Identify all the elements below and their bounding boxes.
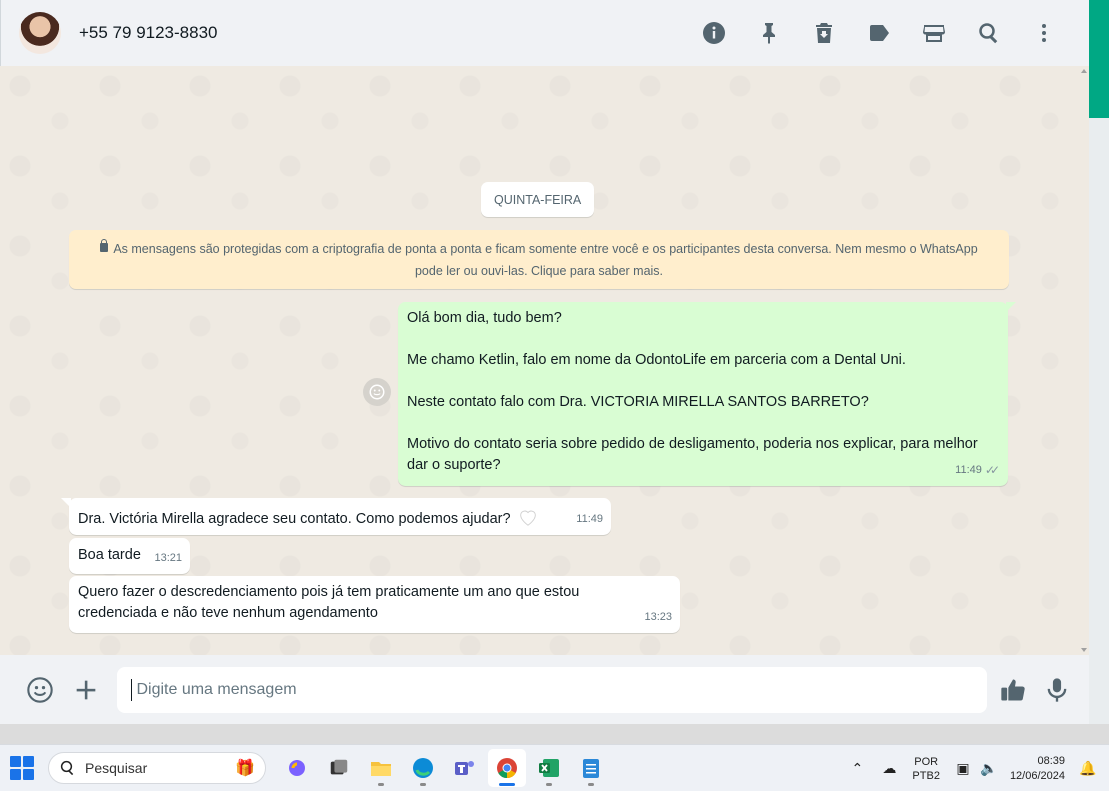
header-actions xyxy=(686,13,1071,53)
taskbar-search[interactable]: Pesquisar 🎁 xyxy=(48,752,266,784)
window-accent-strip xyxy=(1089,0,1109,118)
encryption-notice[interactable]: As mensagens são protegidas com a cripto… xyxy=(69,230,1009,289)
system-tray: ⌃ ☁ POR PTB2 ▣ 🔈 08:39 12/06/2024 🔔 xyxy=(844,745,1109,791)
message-line: Olá bom dia, tudo bem? xyxy=(407,310,562,326)
contact-name[interactable]: +55 79 9123-8830 xyxy=(79,23,218,43)
teams-icon[interactable] xyxy=(446,749,484,787)
composer-actions xyxy=(995,672,1075,708)
message-input[interactable]: Digite uma mensagem xyxy=(117,666,988,713)
notification-bell-icon[interactable]: 🔔 xyxy=(1075,756,1101,782)
message-line: Me chamo Ketlin, falo em nome da OdontoL… xyxy=(407,352,906,368)
clock-date: 12/06/2024 xyxy=(1009,769,1065,782)
incoming-message[interactable]: Boa tarde 13:21 xyxy=(69,538,190,574)
bubble-tail xyxy=(61,498,71,508)
copilot-app-icon[interactable] xyxy=(278,749,316,787)
encryption-notice-text: As mensagens são protegidas com a cripto… xyxy=(113,242,978,278)
bubble-tail xyxy=(1006,302,1016,312)
gift-icon: 🎁 xyxy=(235,760,255,777)
chat-scrollbar[interactable] xyxy=(1081,66,1089,655)
input-language[interactable]: POR PTB2 xyxy=(912,755,940,783)
read-receipt-icon: ✓✓ xyxy=(984,463,1000,477)
windows-taskbar: Pesquisar 🎁 ⌃ ☁ POR PTB2 ▣ 🔈 08:39 12/06… xyxy=(0,744,1109,791)
task-view-icon[interactable] xyxy=(320,749,358,787)
taskbar-search-placeholder: Pesquisar xyxy=(85,760,148,776)
outgoing-message[interactable]: Olá bom dia, tudo bem? Me chamo Ketlin, … xyxy=(398,302,1016,486)
message-meta: 13:23 xyxy=(644,607,672,628)
text-caret xyxy=(131,678,133,701)
message-line: Motivo do contato seria sobre pedido de … xyxy=(407,436,978,473)
thumbs-up-icon[interactable] xyxy=(995,672,1031,708)
message-text: Quero fazer o descredenciamento pois já … xyxy=(78,584,580,621)
delete-icon[interactable] xyxy=(796,13,851,53)
store-icon[interactable] xyxy=(906,13,961,53)
incoming-message[interactable]: Dra. Victória Mirella agradece seu conta… xyxy=(61,498,611,535)
windows-start-icon[interactable] xyxy=(10,756,34,780)
message-text: Boa tarde xyxy=(78,547,141,563)
volume-icon[interactable]: 🔈 xyxy=(976,756,1002,782)
clock-time: 08:39 xyxy=(1037,754,1065,767)
chat-header[interactable]: +55 79 9123-8830 xyxy=(0,0,1089,66)
chevron-up-icon[interactable]: ⌃ xyxy=(844,756,870,782)
language-code: POR xyxy=(914,755,939,768)
message-meta: 13:21 xyxy=(154,548,182,569)
window-side-strip xyxy=(1089,118,1109,724)
network-icon[interactable]: ▣ xyxy=(950,756,976,782)
edge-browser-icon[interactable] xyxy=(404,749,442,787)
message-time: 11:49 xyxy=(576,513,603,525)
chrome-browser-icon[interactable] xyxy=(488,749,526,787)
heart-icon xyxy=(519,510,536,526)
search-icon xyxy=(60,760,74,776)
label-icon[interactable] xyxy=(851,13,906,53)
emoji-icon[interactable] xyxy=(22,672,58,708)
smiley-icon xyxy=(369,384,385,400)
attach-plus-icon[interactable] xyxy=(68,672,104,708)
scroll-up-arrow-icon[interactable] xyxy=(1081,69,1087,73)
microphone-icon[interactable] xyxy=(1039,672,1075,708)
chat-panel[interactable]: QUINTA-FEIRA As mensagens são protegidas… xyxy=(0,66,1089,655)
scroll-down-arrow-icon[interactable] xyxy=(1081,648,1087,652)
file-explorer-icon[interactable] xyxy=(362,749,400,787)
taskbar-clock[interactable]: 08:39 12/06/2024 xyxy=(1010,754,1065,784)
message-input-placeholder: Digite uma mensagem xyxy=(136,680,297,698)
message-meta: 11:49 xyxy=(576,509,603,530)
message-time: 11:49 xyxy=(955,464,982,476)
contact-avatar[interactable] xyxy=(19,12,61,54)
keyboard-layout: PTB2 xyxy=(912,769,940,782)
lock-icon xyxy=(100,239,109,252)
menu-icon[interactable] xyxy=(1016,13,1071,53)
search-icon[interactable] xyxy=(961,13,1016,53)
notepad-icon[interactable] xyxy=(572,749,610,787)
taskbar-apps xyxy=(278,749,610,787)
incoming-message[interactable]: Quero fazer o descredenciamento pois já … xyxy=(69,576,680,633)
cloud-offline-icon[interactable]: ☁ xyxy=(876,756,902,782)
message-line: Neste contato falo com Dra. VICTORIA MIR… xyxy=(407,394,869,410)
info-icon[interactable] xyxy=(686,13,741,53)
message-text: Dra. Victória Mirella agradece seu conta… xyxy=(78,511,511,527)
reaction-button[interactable] xyxy=(363,378,391,406)
message-time: 13:21 xyxy=(154,552,182,564)
message-meta: 11:49 ✓✓ xyxy=(955,460,1000,481)
date-divider: QUINTA-FEIRA xyxy=(481,182,595,217)
message-time: 13:23 xyxy=(644,611,672,623)
pin-icon[interactable] xyxy=(741,13,796,53)
excel-icon[interactable] xyxy=(530,749,568,787)
message-composer: Digite uma mensagem xyxy=(0,655,1089,724)
